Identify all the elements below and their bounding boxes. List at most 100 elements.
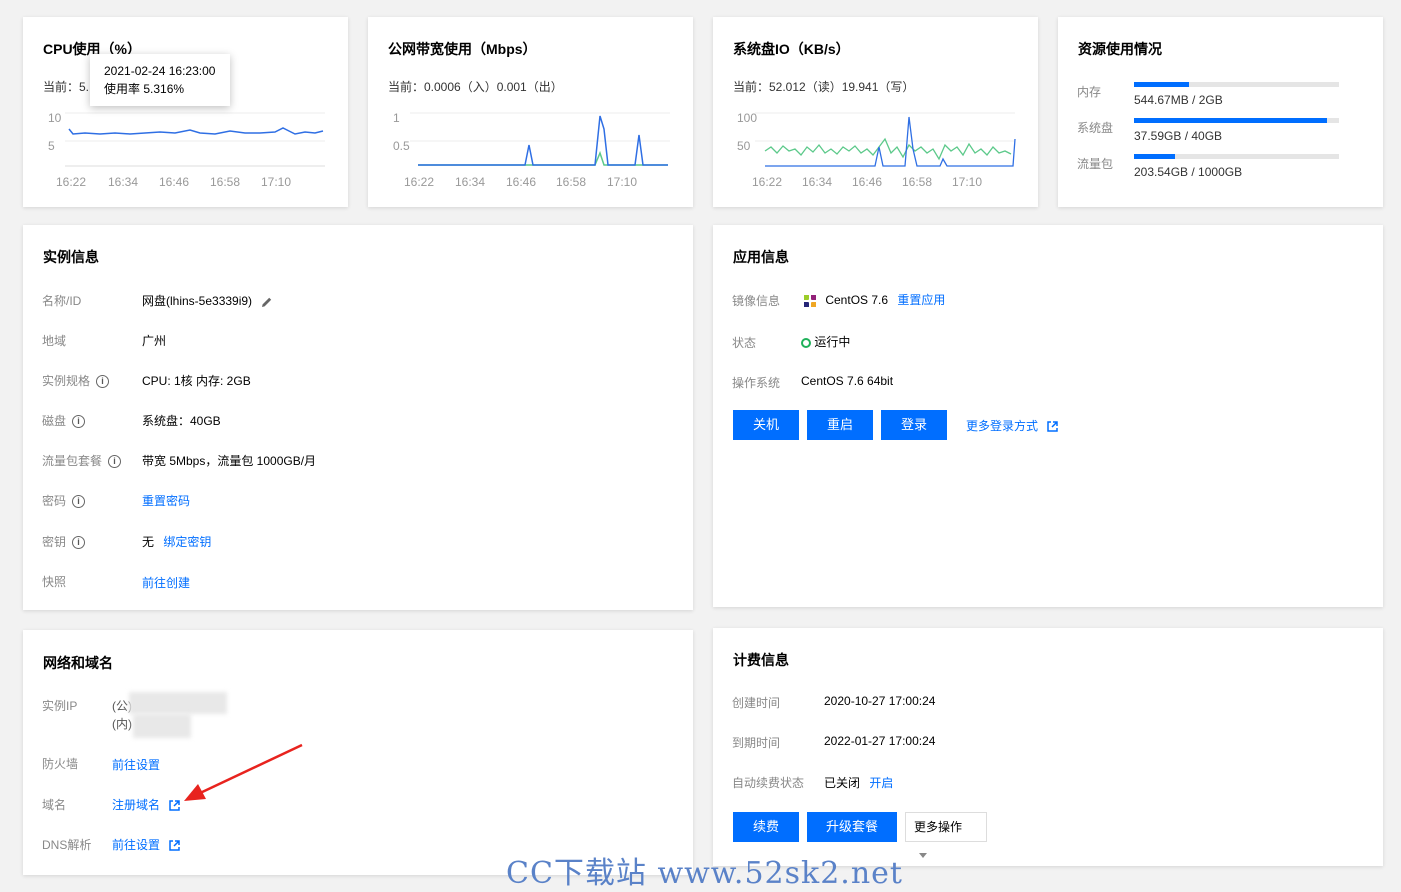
- reset-password-link[interactable]: 重置密码: [142, 494, 190, 508]
- bandwidth-out-series: [418, 150, 668, 166]
- bandwidth-ytick-05: 0.5: [393, 139, 410, 153]
- bandwidth-xtick: 16:22: [404, 175, 435, 189]
- info-icon[interactable]: i: [72, 495, 86, 509]
- external-link-icon[interactable]: [169, 840, 181, 852]
- region-value: 广州: [142, 334, 167, 348]
- key-value: 无 绑定密钥: [142, 533, 211, 550]
- info-icon[interactable]: i: [96, 375, 110, 389]
- dns-settings-link[interactable]: 前往设置: [112, 838, 160, 852]
- info-icon[interactable]: i: [108, 455, 122, 469]
- instance-info-card: 实例信息 名称/ID 网盘(lhins-5e3339i9) 地域 广州 实例规格…: [23, 225, 693, 610]
- cpu-ytick-5: 5: [48, 139, 55, 153]
- app-card-title: 应用信息: [733, 249, 789, 265]
- disk-io-ytick-50: 50: [737, 139, 751, 153]
- disk-value: 系统盘：40GB: [142, 414, 221, 428]
- reset-app-link[interactable]: 重置应用: [897, 293, 945, 307]
- network-card-title: 网络和域名: [43, 655, 113, 671]
- cpu-tooltip: 2021-02-24 16:23:00 使用率 5.316%: [90, 54, 230, 106]
- upgrade-plan-button[interactable]: 升级套餐: [807, 812, 897, 842]
- resource-disk-bar-fill: [1134, 118, 1327, 123]
- renew-button[interactable]: 续费: [733, 812, 799, 842]
- resource-memory-value: 544.67MB / 2GB: [1134, 93, 1223, 107]
- disk-io-xtick: 17:10: [952, 175, 983, 189]
- disk-io-xtick: 16:58: [902, 175, 933, 189]
- more-actions-dropdown[interactable]: 更多操作: [905, 812, 987, 859]
- resource-traffic-label: 流量包: [1077, 157, 1114, 171]
- instance-name: 网盘(lhins-5e3339i9): [142, 294, 253, 308]
- bandwidth-line-chart[interactable]: [410, 109, 675, 169]
- disk-io-xtick: 16:22: [752, 175, 783, 189]
- cpu-current-value: 当前：5.: [43, 80, 90, 94]
- redacted-public-ip: [129, 692, 227, 714]
- created-time-value: 2020-10-27 17:00:24: [824, 694, 936, 708]
- cpu-ytick-10: 10: [48, 111, 62, 125]
- resource-disk-label: 系统盘: [1077, 121, 1114, 135]
- disk-io-read-series: [764, 137, 1012, 161]
- status-value: 运行中: [801, 333, 850, 350]
- resource-traffic-value: 203.54GB / 1000GB: [1134, 165, 1243, 179]
- edit-pencil-icon[interactable]: [261, 296, 273, 308]
- external-link-icon[interactable]: [169, 800, 181, 812]
- resource-memory-label: 内存: [1077, 85, 1102, 99]
- cpu-tooltip-value: 使用率 5.316%: [104, 82, 185, 96]
- cpu-xtick: 16:46: [159, 175, 190, 189]
- register-domain-link[interactable]: 注册域名: [112, 798, 160, 812]
- external-link-icon[interactable]: [1047, 421, 1059, 433]
- resource-disk-value: 37.59GB / 40GB: [1134, 129, 1223, 143]
- cpu-usage-series: [68, 127, 324, 135]
- network-domain-card: 网络和域名 实例IP (公) (内) 防火墙 前往设置 域名 注册域名 DNS解…: [23, 630, 693, 875]
- status-running-icon: [801, 337, 811, 348]
- bind-key-link[interactable]: 绑定密钥: [163, 535, 211, 549]
- cpu-line-chart[interactable]: [65, 109, 330, 169]
- resource-memory-bar-fill: [1134, 82, 1190, 87]
- resource-card-title: 资源使用情况: [1078, 41, 1162, 57]
- bandwidth-xtick: 16:58: [556, 175, 587, 189]
- cpu-xtick: 16:34: [108, 175, 139, 189]
- status-text: 运行中: [814, 335, 851, 349]
- key-none-text: 无: [142, 535, 155, 549]
- auto-renew-status: 已关闭: [824, 776, 861, 790]
- instance-card-title: 实例信息: [43, 249, 99, 265]
- created-time-label: 创建时间: [732, 696, 781, 710]
- disk-io-card: 系统盘IO（KB/s） 当前：52.012（读）19.941（写） 100 50…: [713, 17, 1038, 207]
- enable-auto-renew-link[interactable]: 开启: [869, 776, 893, 790]
- os-value: CentOS 7.6 64bit: [801, 374, 894, 388]
- cpu-usage-card: CPU使用（%） 当前：5. 10 5 16:22 16:34 16:46 16…: [23, 17, 348, 207]
- more-login-methods: 更多登录方式: [966, 417, 1059, 434]
- firewall-settings-link[interactable]: 前往设置: [112, 758, 160, 772]
- bandwidth-xtick: 16:34: [455, 175, 486, 189]
- traffic-package-value: 带宽 5Mbps，流量包 1000GB/月: [142, 454, 317, 468]
- info-icon[interactable]: i: [72, 536, 86, 550]
- create-snapshot-link[interactable]: 前往创建: [142, 576, 190, 590]
- disk-io-line-chart[interactable]: [755, 109, 1020, 169]
- login-button[interactable]: 登录: [881, 410, 947, 440]
- disk-io-xtick: 16:34: [802, 175, 833, 189]
- centos-logo-icon: [804, 294, 816, 307]
- shutdown-button[interactable]: 关机: [733, 410, 799, 440]
- disk-label: 磁盘 i: [42, 412, 86, 429]
- info-icon[interactable]: i: [72, 415, 86, 429]
- dns-value: 前往设置: [112, 836, 181, 853]
- snapshot-label: 快照: [42, 575, 67, 589]
- status-label: 状态: [732, 336, 757, 350]
- domain-value: 注册域名: [112, 796, 181, 813]
- domain-label: 域名: [42, 798, 67, 812]
- instance-ip-label: 实例IP: [42, 699, 78, 713]
- cpu-tooltip-time: 2021-02-24 16:23:00: [104, 64, 216, 78]
- region-label: 地域: [42, 334, 67, 348]
- restart-button[interactable]: 重启: [807, 410, 873, 440]
- image-info-value: CentOS 7.6 重置应用: [802, 291, 945, 309]
- password-value: 重置密码: [142, 492, 190, 509]
- bandwidth-xtick: 17:10: [607, 175, 638, 189]
- resource-disk-bar: [1134, 118, 1339, 123]
- image-name: CentOS 7.6: [825, 293, 889, 307]
- snapshot-value: 前往创建: [142, 574, 190, 591]
- caret-down-icon: [919, 853, 927, 859]
- red-annotation-arrow: [184, 743, 303, 801]
- key-label: 密钥 i: [42, 533, 86, 550]
- resource-usage-card: 资源使用情况 内存 544.67MB / 2GB 系统盘 37.59GB / 4…: [1058, 17, 1383, 207]
- expire-time-value: 2022-01-27 17:00:24: [824, 734, 936, 748]
- more-login-methods-link[interactable]: 更多登录方式: [966, 419, 1038, 433]
- resource-memory-bar: [1134, 82, 1339, 87]
- image-info-label: 镜像信息: [732, 294, 781, 308]
